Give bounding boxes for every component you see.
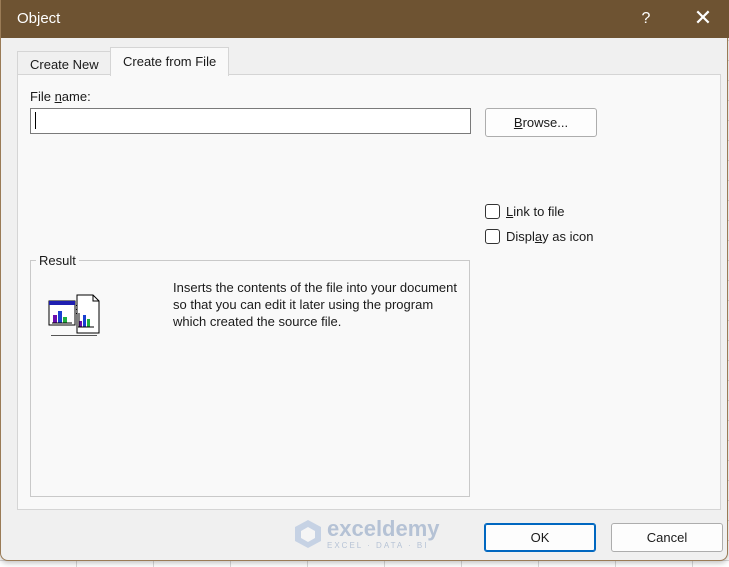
- watermark-name: exceldemy: [327, 516, 440, 541]
- exceldemy-watermark: exceldemy EXCEL · DATA · BI: [293, 518, 440, 550]
- cancel-button[interactable]: Cancel: [611, 523, 723, 552]
- tab-create-new[interactable]: Create New: [17, 51, 112, 75]
- file-name-label: File name:: [30, 89, 91, 104]
- help-icon[interactable]: ?: [632, 6, 660, 32]
- link-to-file-label: Link to file: [506, 204, 565, 219]
- exceldemy-logo-icon: [295, 520, 321, 548]
- display-as-icon-label: Display as icon: [506, 229, 594, 244]
- embedded-chart-document-icon: [47, 291, 101, 340]
- result-legend: Result: [36, 253, 79, 268]
- text-caret: [35, 112, 36, 129]
- file-name-input[interactable]: [30, 108, 471, 134]
- browse-button[interactable]: Browse...: [485, 108, 597, 137]
- display-as-icon-option[interactable]: Display as icon: [485, 229, 593, 244]
- watermark-tagline: EXCEL · DATA · BI: [327, 541, 429, 550]
- object-dialog: Object ? ✕ Create New Create from File F…: [0, 0, 729, 561]
- tab-create-from-file[interactable]: Create from File: [110, 47, 230, 76]
- tab-strip: Create New Create from File: [17, 47, 721, 76]
- result-description: Inserts the contents of the file into yo…: [173, 280, 457, 329]
- close-icon[interactable]: ✕: [689, 5, 717, 31]
- dialog-titlebar: Object ? ✕: [1, 0, 729, 38]
- dialog-title: Object: [17, 10, 61, 27]
- display-as-icon-checkbox[interactable]: [485, 229, 500, 244]
- link-to-file-checkbox[interactable]: [485, 204, 500, 219]
- ok-button[interactable]: OK: [484, 523, 596, 552]
- link-to-file-option[interactable]: Link to file: [485, 204, 565, 219]
